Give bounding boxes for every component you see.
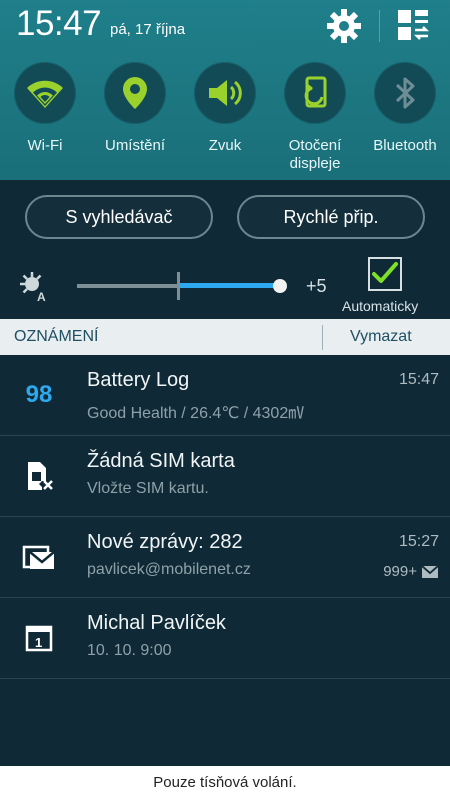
unread-count: 999+	[383, 563, 417, 580]
toggle-rotation[interactable]: Otočení displeje	[270, 62, 360, 173]
toggle-location[interactable]: Umístění	[90, 62, 180, 155]
emergency-calls-only: Pouze tísňová volání.	[0, 766, 450, 800]
notification-new-mail[interactable]: Nové zprávy: 282 pavlicek@mobilenet.cz 1…	[0, 517, 450, 598]
s-finder-button[interactable]: S vyhledávač	[25, 195, 213, 239]
toggle-sound-label: Zvuk	[208, 137, 242, 154]
notification-time: 15:47	[398, 371, 439, 388]
battery-level-text: 98	[25, 381, 53, 408]
small-mail-icon	[422, 566, 438, 578]
brightness-thumb[interactable]	[273, 279, 287, 293]
notification-battery-log[interactable]: 98 Battery Log Good Health / 26.4℃ / 430…	[0, 355, 450, 436]
quick-panel: 15:47 pá, 17 října Wi-Fi Umístění Zvuk O…	[0, 0, 450, 180]
clear-notifications-button[interactable]: Vymazat	[350, 328, 412, 346]
notifications-title: OZNÁMENÍ	[14, 328, 99, 345]
toggle-location-label: Umístění	[104, 137, 165, 154]
toggle-wifi[interactable]: Wi-Fi	[0, 62, 90, 155]
toggle-wifi-label: Wi-Fi	[27, 137, 63, 154]
brightness-track[interactable]	[77, 284, 179, 288]
header-divider	[379, 10, 380, 42]
auto-brightness-label: Automaticky	[342, 298, 419, 314]
notification-no-sim[interactable]: Žádná SIM karta Vložte SIM kartu.	[0, 436, 450, 517]
mail-icon	[18, 537, 60, 577]
toggle-rotation-label: Otočení displeje	[288, 137, 342, 172]
bluetooth-icon	[395, 77, 415, 109]
notification-subtitle: pavlicek@mobilenet.cz	[87, 561, 251, 578]
notification-title: Nové zprávy: 282	[87, 531, 243, 553]
notification-title: Michal Pavlíček	[87, 612, 226, 634]
brightness-adjust-fill	[180, 283, 280, 288]
notification-time: 15:27	[398, 533, 439, 550]
notifications-divider	[322, 325, 323, 350]
no-sim-icon	[18, 456, 60, 496]
notifications-header: OZNÁMENÍ Vymazat	[0, 319, 450, 355]
brightness-value: +5	[306, 276, 327, 296]
toggle-sound[interactable]: Zvuk	[180, 62, 270, 155]
status-date: pá, 17 října	[110, 21, 186, 38]
rotate-icon	[304, 76, 327, 108]
sound-icon	[209, 80, 242, 106]
toggle-bluetooth-label: Bluetooth	[373, 137, 437, 154]
svg-text:A: A	[37, 290, 46, 302]
settings-gear-icon[interactable]	[324, 6, 364, 46]
notification-subtitle: 10. 10. 9:00	[87, 642, 172, 659]
auto-brightness-icon: A	[20, 272, 46, 302]
notification-subtitle: Good Health / 26.4℃ / 4302㎷	[87, 405, 305, 422]
location-icon	[123, 77, 147, 109]
checkmark-icon	[372, 262, 398, 283]
status-time: 15:47	[16, 4, 102, 43]
toggle-bluetooth[interactable]: Bluetooth	[360, 62, 450, 155]
notification-title: Battery Log	[87, 369, 190, 391]
auto-brightness-checkbox[interactable]	[368, 257, 402, 291]
calendar-icon: 1	[18, 618, 60, 658]
quick-connect-button[interactable]: Rychlé přip.	[237, 195, 425, 239]
notification-subtitle: Vložte SIM kartu.	[87, 480, 209, 497]
notification-calendar[interactable]: 1 Michal Pavlíček 10. 10. 9:00	[0, 598, 450, 679]
edit-grid-icon[interactable]	[396, 8, 430, 42]
svg-text:1: 1	[35, 635, 42, 650]
notification-title: Žádná SIM karta	[87, 450, 235, 472]
battery-level-icon: 98	[18, 375, 60, 415]
wifi-icon	[27, 80, 63, 108]
